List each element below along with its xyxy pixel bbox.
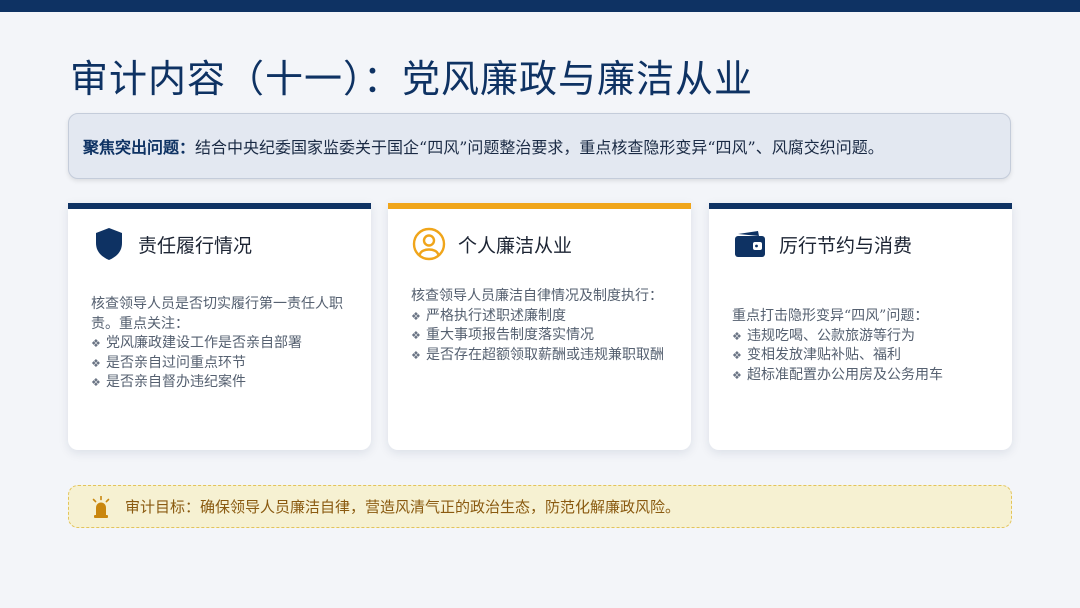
card-frugality: 厉行节约与消费 重点打击隐形变异“四风”问题： ❖ 违规吃喝、公款旅游等行为 ❖ 变… (709, 203, 1012, 450)
card-header: 责任履行情况 (92, 227, 252, 261)
list-item: ❖ 是否亲自督办违纪案件 (91, 374, 246, 390)
card-intro: 核查领导人员是否切实履行第一责任人职责。重点关注： (91, 296, 343, 332)
list-item: ❖ 违规吃喝、公款旅游等行为 (732, 327, 915, 344)
list-item: ❖ 是否亲自过问重点环节 (91, 354, 246, 371)
list-item: ❖ 严格执行述职述廉制度 (411, 307, 566, 324)
card-top-bar (68, 203, 371, 209)
card-intro: 重点打击隐形变异“四风”问题： (732, 308, 929, 324)
user-circle-icon (412, 227, 446, 261)
shield-icon (92, 227, 126, 261)
card-body: 核查领导人员廉洁自律情况及制度执行： ❖ 严格执行述职述廉制度 ❖ 重大事项报告制度… (411, 287, 673, 365)
list-item: ❖ 党风廉政建设工作是否亲自部署 (91, 335, 302, 351)
card-title: 厉行节约与消费 (779, 234, 913, 257)
top-accent-bar (0, 0, 1080, 12)
card-list: ❖ 违规吃喝、公款旅游等行为 ❖ 变相发放津贴补贴、福利 ❖ 超标准配置办公用房及公务… (732, 327, 994, 386)
card-body: 重点打击隐形变异“四风”问题： ❖ 违规吃喝、公款旅游等行为 ❖ 变相发放津贴补贴、… (732, 307, 994, 385)
card-list: ❖ 严格执行述职述廉制度 ❖ 重大事项报告制度落实情况 ❖ 是否存在超额领取薪酬或违规… (411, 307, 673, 366)
card-personal-integrity: 个人廉洁从业 核查领导人员廉洁自律情况及制度执行： ❖ 严格执行述职述廉制度 ❖ 重… (388, 203, 691, 450)
card-responsibility: 责任履行情况 核查领导人员是否切实履行第一责任人职责。重点关注： ❖ 党风廉政建设… (68, 203, 371, 450)
goal-callout: 审计目标：确保领导人员廉洁自律，营造风清气正的政治生态，防范化解廉政风险。 (68, 485, 1012, 528)
card-header: 个人廉洁从业 (412, 227, 572, 261)
card-intro: 核查领导人员廉洁自律情况及制度执行： (411, 288, 663, 304)
goal-text: 审计目标：确保领导人员廉洁自律，营造风清气正的政治生态，防范化解廉政风险。 (125, 498, 681, 516)
alarm-light-icon (91, 495, 111, 518)
focus-lead: 聚焦突出问题： (83, 138, 196, 157)
list-item: ❖ 超标准配置办公用房及公务用车 (732, 366, 943, 383)
card-body: 核查领导人员是否切实履行第一责任人职责。重点关注： ❖ 党风廉政建设工作是否亲自部… (91, 295, 353, 393)
card-list: ❖ 党风廉政建设工作是否亲自部署 ❖ 是否亲自过问重点环节 ❖ 是否亲自督办违纪案件 (91, 334, 353, 393)
focus-callout: 聚焦突出问题： 结合中央纪委国家监委关于国企“四风”问题整治要求，重点核查隐形变异… (68, 113, 1011, 179)
card-top-bar (388, 203, 691, 209)
card-top-bar (709, 203, 1012, 209)
card-title: 个人廉洁从业 (458, 234, 573, 257)
list-item: ❖ 变相发放津贴补贴、福利 (732, 347, 901, 363)
list-item: ❖ 是否存在超额领取薪酬或违规兼职取酬 (411, 346, 664, 363)
wallet-icon (733, 227, 767, 261)
list-item: ❖ 重大事项报告制度落实情况 (411, 327, 594, 343)
card-header: 厉行节约与消费 (733, 227, 912, 261)
card-title: 责任履行情况 (138, 234, 253, 257)
focus-text: 结合中央纪委国家监委关于国企“四风”问题整治要求，重点核查隐形变异“四风”、风腐… (195, 138, 884, 157)
page-title: 审计内容（十一）：党风廉政与廉洁从业 (70, 57, 754, 101)
